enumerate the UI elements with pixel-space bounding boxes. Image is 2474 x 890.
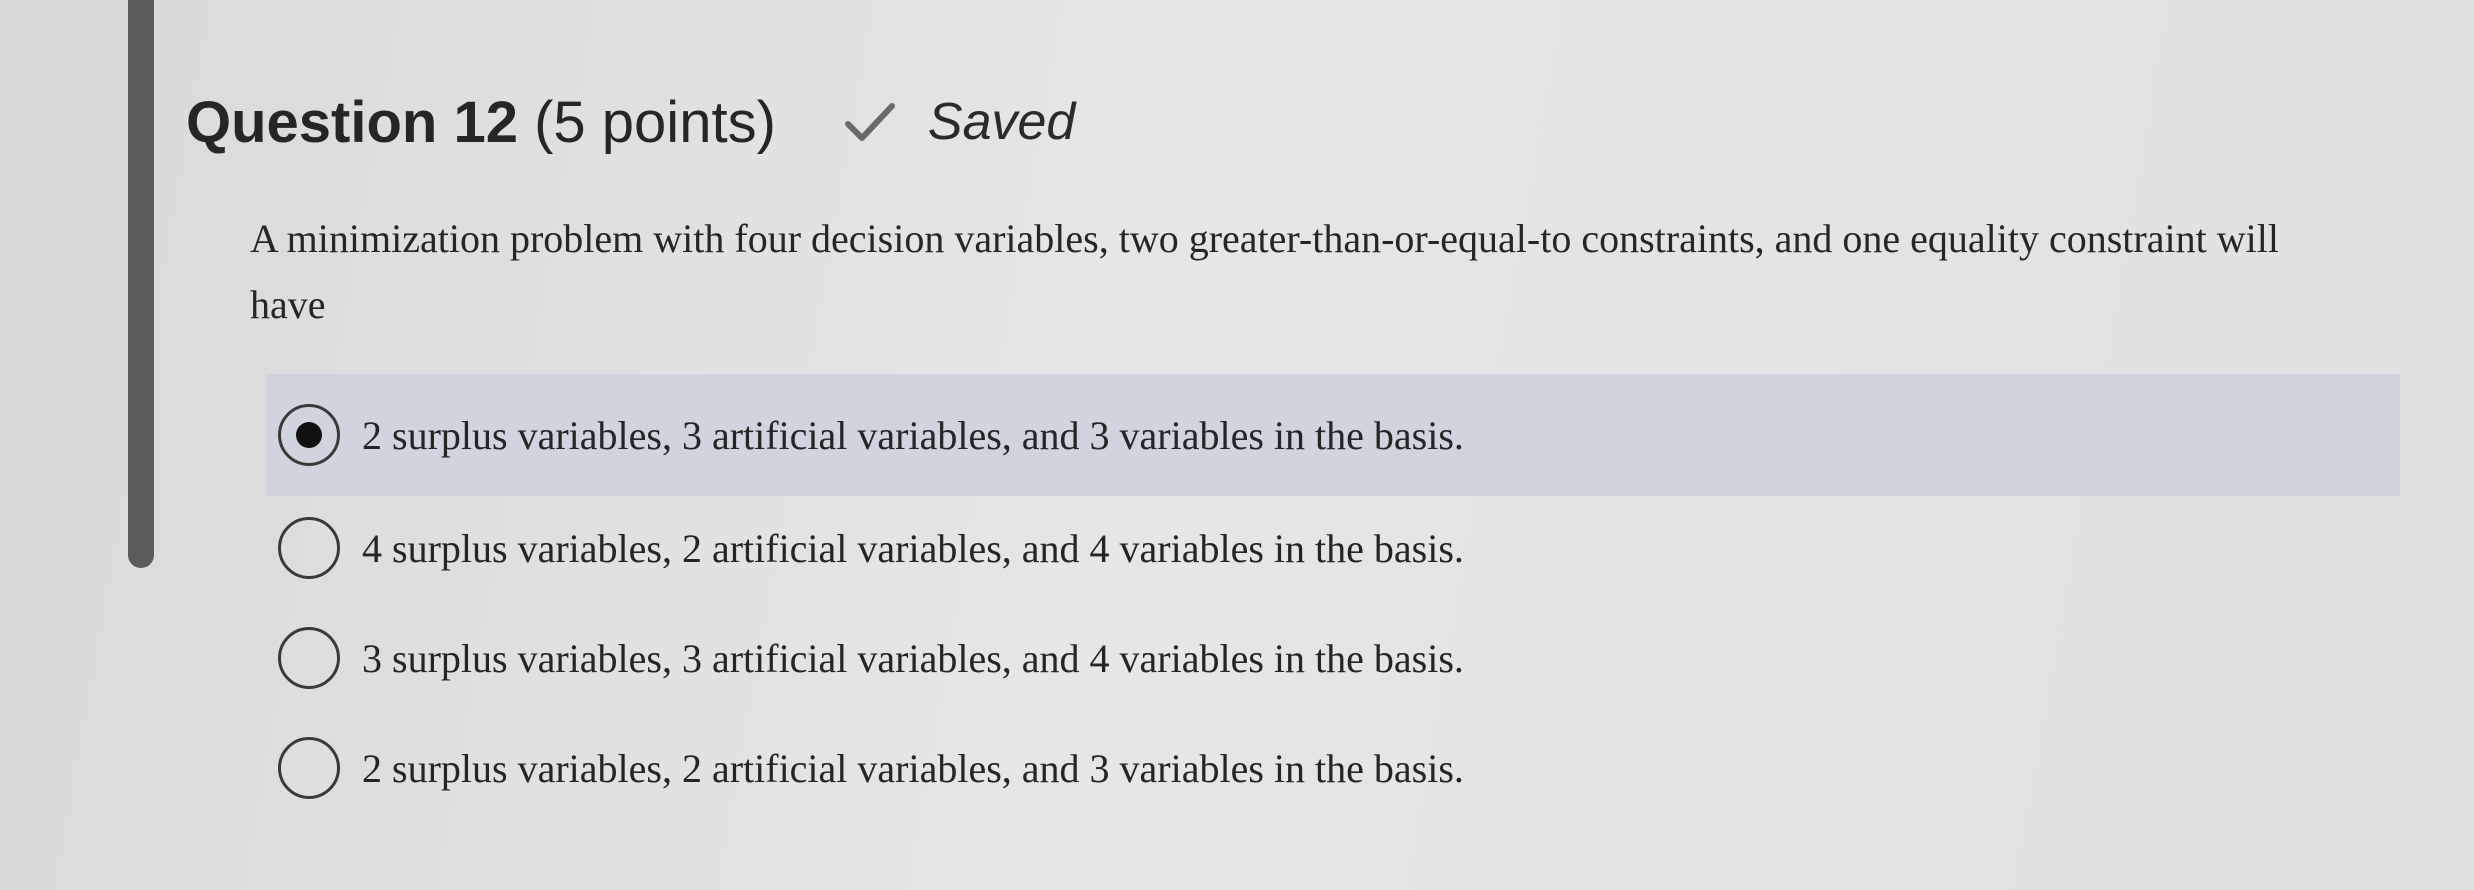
radio-button[interactable] (278, 627, 340, 689)
radio-button[interactable] (278, 517, 340, 579)
question-points: (5 points) (534, 89, 776, 155)
answer-option-label: 2 surplus variables, 3 artificial variab… (362, 412, 1464, 458)
question-header: Question 12 (5 points) Saved (186, 82, 1075, 162)
question-indicator-bar (128, 0, 154, 568)
radio-button-selected[interactable] (278, 404, 340, 466)
question-number: Question 12 (186, 89, 518, 155)
answer-options: 2 surplus variables, 3 artificial variab… (266, 374, 2400, 826)
answer-option-1[interactable]: 2 surplus variables, 3 artificial variab… (266, 374, 2400, 496)
answer-option-2[interactable]: 4 surplus variables, 2 artificial variab… (266, 490, 2400, 606)
answer-option-label: 2 surplus variables, 2 artificial variab… (362, 745, 1464, 791)
saved-status-text: Saved (927, 93, 1076, 151)
answer-option-label: 3 surplus variables, 3 artificial variab… (362, 635, 1464, 681)
answer-option-4[interactable]: 2 surplus variables, 2 artificial variab… (266, 710, 2400, 826)
check-icon (844, 100, 896, 144)
question-title: Question 12 (5 points) (186, 89, 776, 156)
answer-option-3[interactable]: 3 surplus variables, 3 artificial variab… (266, 600, 2400, 716)
saved-status: Saved (844, 92, 1075, 152)
quiz-page: Question 12 (5 points) Saved A minimizat… (0, 0, 2474, 890)
answer-option-label: 4 surplus variables, 2 artificial variab… (362, 525, 1464, 571)
radio-dot (296, 422, 322, 448)
radio-button[interactable] (278, 737, 340, 799)
question-text: A minimization problem with four decisio… (250, 216, 2279, 327)
